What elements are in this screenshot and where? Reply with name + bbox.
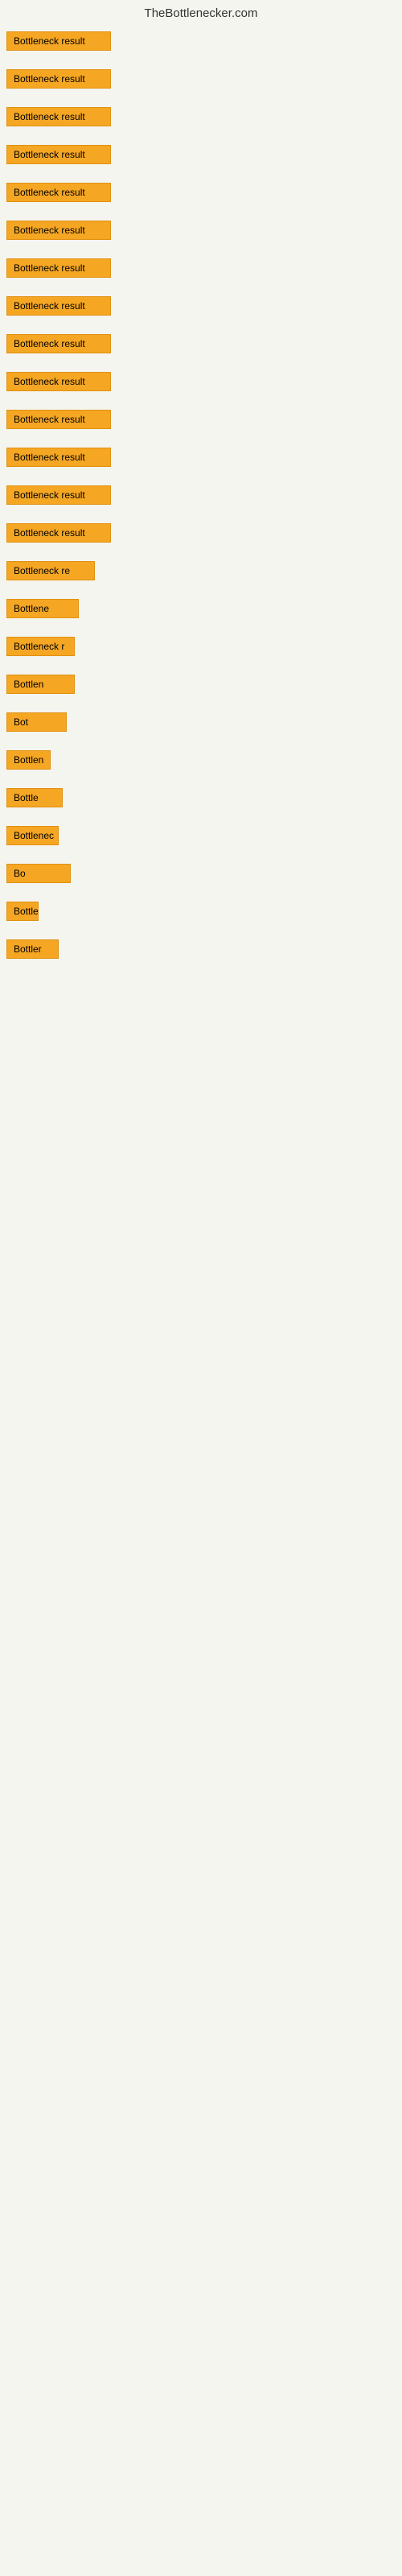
bottleneck-badge-18[interactable]: Bottlen [6,675,75,694]
bottleneck-badge-21[interactable]: Bottle [6,788,63,807]
bottleneck-badge-17[interactable]: Bottleneck r [6,637,75,656]
bottleneck-item-22[interactable]: Bottlenec [3,826,402,849]
bottleneck-item-7[interactable]: Bottleneck result [3,258,402,282]
bottleneck-item-18[interactable]: Bottlen [3,675,402,698]
bottleneck-badge-8[interactable]: Bottleneck result [6,296,111,316]
bottleneck-item-21[interactable]: Bottle [3,788,402,811]
bottleneck-badge-2[interactable]: Bottleneck result [6,69,111,89]
bottleneck-badge-1[interactable]: Bottleneck result [6,31,111,51]
bottleneck-item-10[interactable]: Bottleneck result [3,372,402,395]
bottleneck-badge-20[interactable]: Bottlen [6,750,51,770]
bottleneck-item-1[interactable]: Bottleneck result [3,31,402,55]
bottleneck-item-9[interactable]: Bottleneck result [3,334,402,357]
bottleneck-badge-22[interactable]: Bottlenec [6,826,59,845]
bottleneck-badge-24[interactable]: Bottle [6,902,39,921]
bottleneck-badge-15[interactable]: Bottleneck re [6,561,95,580]
bottleneck-item-20[interactable]: Bottlen [3,750,402,774]
bottleneck-item-8[interactable]: Bottleneck result [3,296,402,320]
bottleneck-badge-5[interactable]: Bottleneck result [6,183,111,202]
bottleneck-item-11[interactable]: Bottleneck result [3,410,402,433]
bottleneck-badge-13[interactable]: Bottleneck result [6,485,111,505]
bottleneck-item-6[interactable]: Bottleneck result [3,221,402,244]
bottleneck-item-12[interactable]: Bottleneck result [3,448,402,471]
bottleneck-item-13[interactable]: Bottleneck result [3,485,402,509]
bottleneck-badge-10[interactable]: Bottleneck result [6,372,111,391]
bottleneck-item-24[interactable]: Bottle [3,902,402,925]
bottleneck-badge-12[interactable]: Bottleneck result [6,448,111,467]
bottleneck-badge-9[interactable]: Bottleneck result [6,334,111,353]
bottleneck-badge-25[interactable]: Bottler [6,939,59,959]
bottleneck-item-2[interactable]: Bottleneck result [3,69,402,93]
items-container: Bottleneck result Bottleneck result Bottle… [0,28,402,2265]
bottleneck-badge-23[interactable]: Bo [6,864,71,883]
bottleneck-item-15[interactable]: Bottleneck re [3,561,402,584]
bottleneck-item-17[interactable]: Bottleneck r [3,637,402,660]
bottleneck-badge-14[interactable]: Bottleneck result [6,523,111,543]
bottleneck-item-5[interactable]: Bottleneck result [3,183,402,206]
bottleneck-item-25[interactable]: Bottler [3,939,402,963]
bottleneck-item-4[interactable]: Bottleneck result [3,145,402,168]
bottleneck-badge-7[interactable]: Bottleneck result [6,258,111,278]
bottleneck-badge-4[interactable]: Bottleneck result [6,145,111,164]
bottleneck-item-16[interactable]: Bottlene [3,599,402,622]
bottleneck-badge-6[interactable]: Bottleneck result [6,221,111,240]
bottleneck-item-14[interactable]: Bottleneck result [3,523,402,547]
bottleneck-badge-19[interactable]: Bot [6,712,67,732]
bottleneck-item-19[interactable]: Bot [3,712,402,736]
bottleneck-item-23[interactable]: Bo [3,864,402,887]
bottleneck-badge-16[interactable]: Bottlene [6,599,79,618]
bottleneck-badge-11[interactable]: Bottleneck result [6,410,111,429]
site-title: TheBottlenecker.com [0,0,402,28]
bottleneck-badge-3[interactable]: Bottleneck result [6,107,111,126]
bottleneck-item-3[interactable]: Bottleneck result [3,107,402,130]
